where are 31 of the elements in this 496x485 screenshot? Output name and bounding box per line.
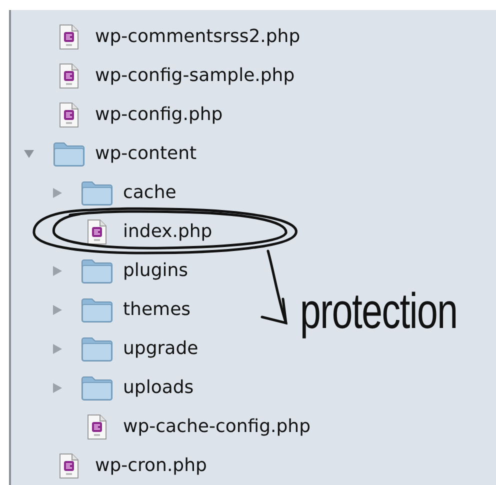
php-file-icon bbox=[59, 102, 79, 128]
folder-icon bbox=[81, 296, 113, 322]
file-name[interactable]: wp-cache-config.php bbox=[123, 413, 311, 440]
php-file-icon bbox=[59, 62, 79, 88]
php-file-icon bbox=[87, 218, 107, 244]
annotation-text: protection bbox=[300, 286, 458, 336]
php-file-icon bbox=[59, 452, 79, 478]
folder-name[interactable]: upgrade bbox=[123, 335, 198, 362]
disclosure-triangle-icon[interactable] bbox=[51, 382, 63, 394]
file-name[interactable]: index.php bbox=[123, 218, 212, 245]
folder-icon bbox=[81, 336, 113, 362]
folder-name[interactable]: uploads bbox=[123, 374, 194, 401]
disclosure-triangle-icon[interactable] bbox=[23, 148, 35, 160]
file-name[interactable]: wp-config.php bbox=[95, 101, 223, 128]
disclosure-triangle-icon[interactable] bbox=[51, 264, 63, 276]
folder-name[interactable]: plugins bbox=[123, 257, 188, 284]
folder-name[interactable]: themes bbox=[123, 296, 191, 323]
php-file-icon bbox=[87, 414, 107, 440]
disclosure-triangle-icon[interactable] bbox=[51, 342, 63, 354]
folder-icon bbox=[81, 180, 113, 206]
folder-name[interactable]: wp-content bbox=[95, 140, 197, 167]
disclosure-triangle-icon[interactable] bbox=[51, 186, 63, 198]
folder-icon bbox=[81, 374, 113, 400]
folder-name[interactable]: cache bbox=[123, 179, 176, 206]
folder-icon bbox=[53, 140, 85, 166]
file-name[interactable]: wp-commentsrss2.php bbox=[95, 23, 300, 50]
file-name[interactable]: wp-config-sample.php bbox=[95, 62, 295, 89]
file-name[interactable]: wp-cron.php bbox=[95, 452, 207, 479]
disclosure-triangle-icon[interactable] bbox=[51, 304, 63, 316]
folder-icon bbox=[81, 258, 113, 284]
php-file-icon bbox=[59, 24, 79, 50]
